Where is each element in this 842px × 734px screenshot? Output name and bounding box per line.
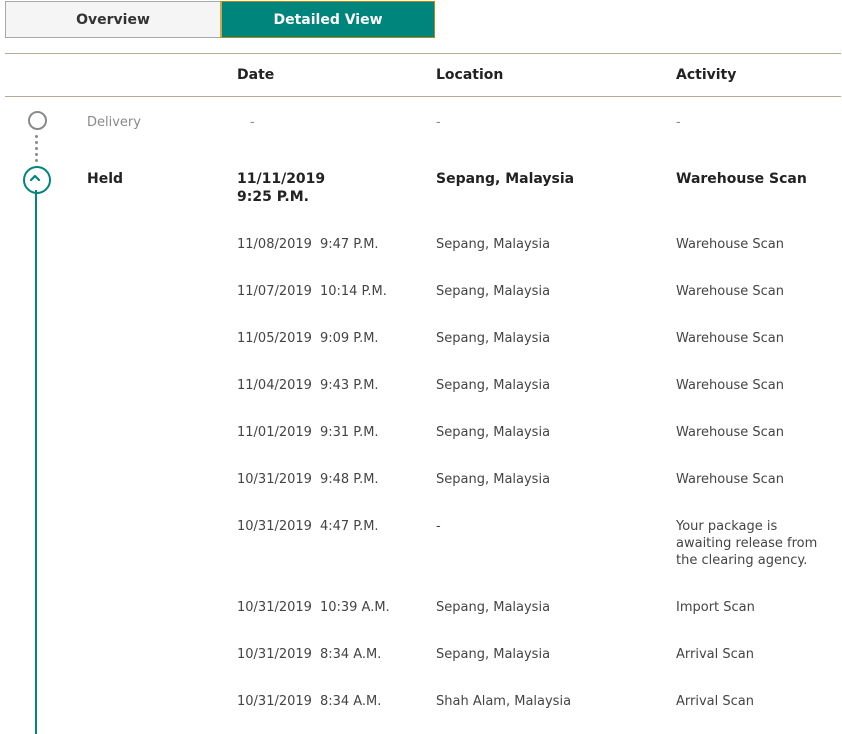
event-datetime: 10/31/2019 9:48 P.M. bbox=[237, 471, 379, 488]
event-time: 9:09 P.M. bbox=[319, 331, 379, 346]
event-activity: Warehouse Scan bbox=[676, 331, 784, 346]
column-header-date: Date bbox=[237, 67, 275, 83]
event-date: 11/07/2019 bbox=[237, 284, 312, 299]
event-datetime: 11/04/2019 9:43 P.M. bbox=[237, 377, 379, 394]
delivery-date: - bbox=[250, 115, 255, 130]
event-datetime: 11/05/2019 9:09 P.M. bbox=[237, 330, 379, 347]
event-location: Shah Alam, Malaysia bbox=[436, 694, 572, 709]
event-time: 9:31 P.M. bbox=[319, 425, 379, 440]
event-date: 10/31/2019 bbox=[237, 519, 312, 534]
delivery-activity: - bbox=[676, 115, 681, 130]
event-activity: Arrival Scan bbox=[676, 647, 754, 662]
event-time: 9:43 P.M. bbox=[319, 378, 379, 393]
column-header-location: Location bbox=[436, 67, 504, 83]
event-location: Sepang, Malaysia bbox=[436, 425, 551, 440]
event-datetime: 11/08/2019 9:47 P.M. bbox=[237, 236, 379, 253]
event-time: 4:47 P.M. bbox=[319, 519, 379, 534]
event-time: 9:48 P.M. bbox=[319, 472, 379, 487]
held-location: Sepang, Malaysia bbox=[436, 171, 575, 187]
chevron-up-icon bbox=[30, 174, 40, 181]
tab-overview[interactable]: Overview bbox=[5, 1, 220, 38]
event-date: 10/31/2019 bbox=[237, 694, 312, 709]
held-time: 9:25 P.M. bbox=[237, 189, 309, 205]
event-activity: Warehouse Scan bbox=[676, 425, 784, 440]
held-status-label: Held bbox=[87, 171, 124, 187]
event-time: 8:34 A.M. bbox=[319, 647, 382, 662]
event-activity: Warehouse Scan bbox=[676, 472, 784, 487]
event-date: 10/31/2019 bbox=[237, 647, 312, 662]
event-location: Sepang, Malaysia bbox=[436, 600, 551, 615]
event-activity: Your package is awaiting release from th… bbox=[676, 519, 818, 568]
event-datetime: 11/01/2019 9:31 P.M. bbox=[237, 424, 379, 441]
event-activity: Import Scan bbox=[676, 600, 755, 615]
event-activity: Warehouse Scan bbox=[676, 378, 784, 393]
header-top-rule bbox=[5, 53, 841, 54]
event-location: - bbox=[436, 519, 441, 534]
timeline-dot bbox=[35, 147, 38, 150]
held-toggle-button[interactable] bbox=[23, 166, 51, 194]
event-location: Sepang, Malaysia bbox=[436, 237, 551, 252]
event-datetime: 10/31/2019 10:39 A.M. bbox=[237, 599, 390, 616]
event-date: 11/01/2019 bbox=[237, 425, 312, 440]
timeline-line bbox=[35, 190, 37, 734]
event-datetime: 11/07/2019 10:14 P.M. bbox=[237, 283, 387, 300]
event-activity: Warehouse Scan bbox=[676, 284, 784, 299]
event-location: Sepang, Malaysia bbox=[436, 647, 551, 662]
event-location: Sepang, Malaysia bbox=[436, 284, 551, 299]
event-date: 11/04/2019 bbox=[237, 378, 312, 393]
event-activity: Arrival Scan bbox=[676, 694, 754, 709]
view-tabs: Overview Detailed View bbox=[5, 1, 435, 38]
timeline-dot bbox=[35, 141, 38, 144]
delivery-location: - bbox=[436, 115, 441, 130]
delivery-status-label: Delivery bbox=[87, 115, 141, 130]
event-date: 10/31/2019 bbox=[237, 600, 312, 615]
tab-detailed-view[interactable]: Detailed View bbox=[220, 1, 435, 38]
event-date: 11/05/2019 bbox=[237, 331, 312, 346]
event-time: 9:47 P.M. bbox=[319, 237, 379, 252]
event-datetime: 10/31/2019 8:34 A.M. bbox=[237, 646, 381, 663]
event-date: 11/08/2019 bbox=[237, 237, 312, 252]
event-datetime: 10/31/2019 4:47 P.M. bbox=[237, 518, 379, 535]
held-date: 11/11/2019 bbox=[237, 171, 326, 187]
event-location: Sepang, Malaysia bbox=[436, 331, 551, 346]
delivery-circle-icon bbox=[28, 111, 47, 130]
timeline-dot bbox=[35, 159, 38, 162]
event-time: 10:14 P.M. bbox=[319, 284, 387, 299]
event-time: 10:39 A.M. bbox=[319, 600, 390, 615]
event-activity: Warehouse Scan bbox=[676, 237, 784, 252]
event-location: Sepang, Malaysia bbox=[436, 378, 551, 393]
held-activity: Warehouse Scan bbox=[676, 171, 807, 187]
event-time: 8:34 A.M. bbox=[319, 694, 382, 709]
timeline-dot bbox=[35, 135, 38, 138]
event-datetime: 10/31/2019 8:34 A.M. bbox=[237, 693, 381, 710]
event-date: 10/31/2019 bbox=[237, 472, 312, 487]
column-header-activity: Activity bbox=[676, 67, 737, 83]
timeline-dot bbox=[35, 153, 38, 156]
header-bottom-rule bbox=[5, 96, 841, 97]
event-location: Sepang, Malaysia bbox=[436, 472, 551, 487]
